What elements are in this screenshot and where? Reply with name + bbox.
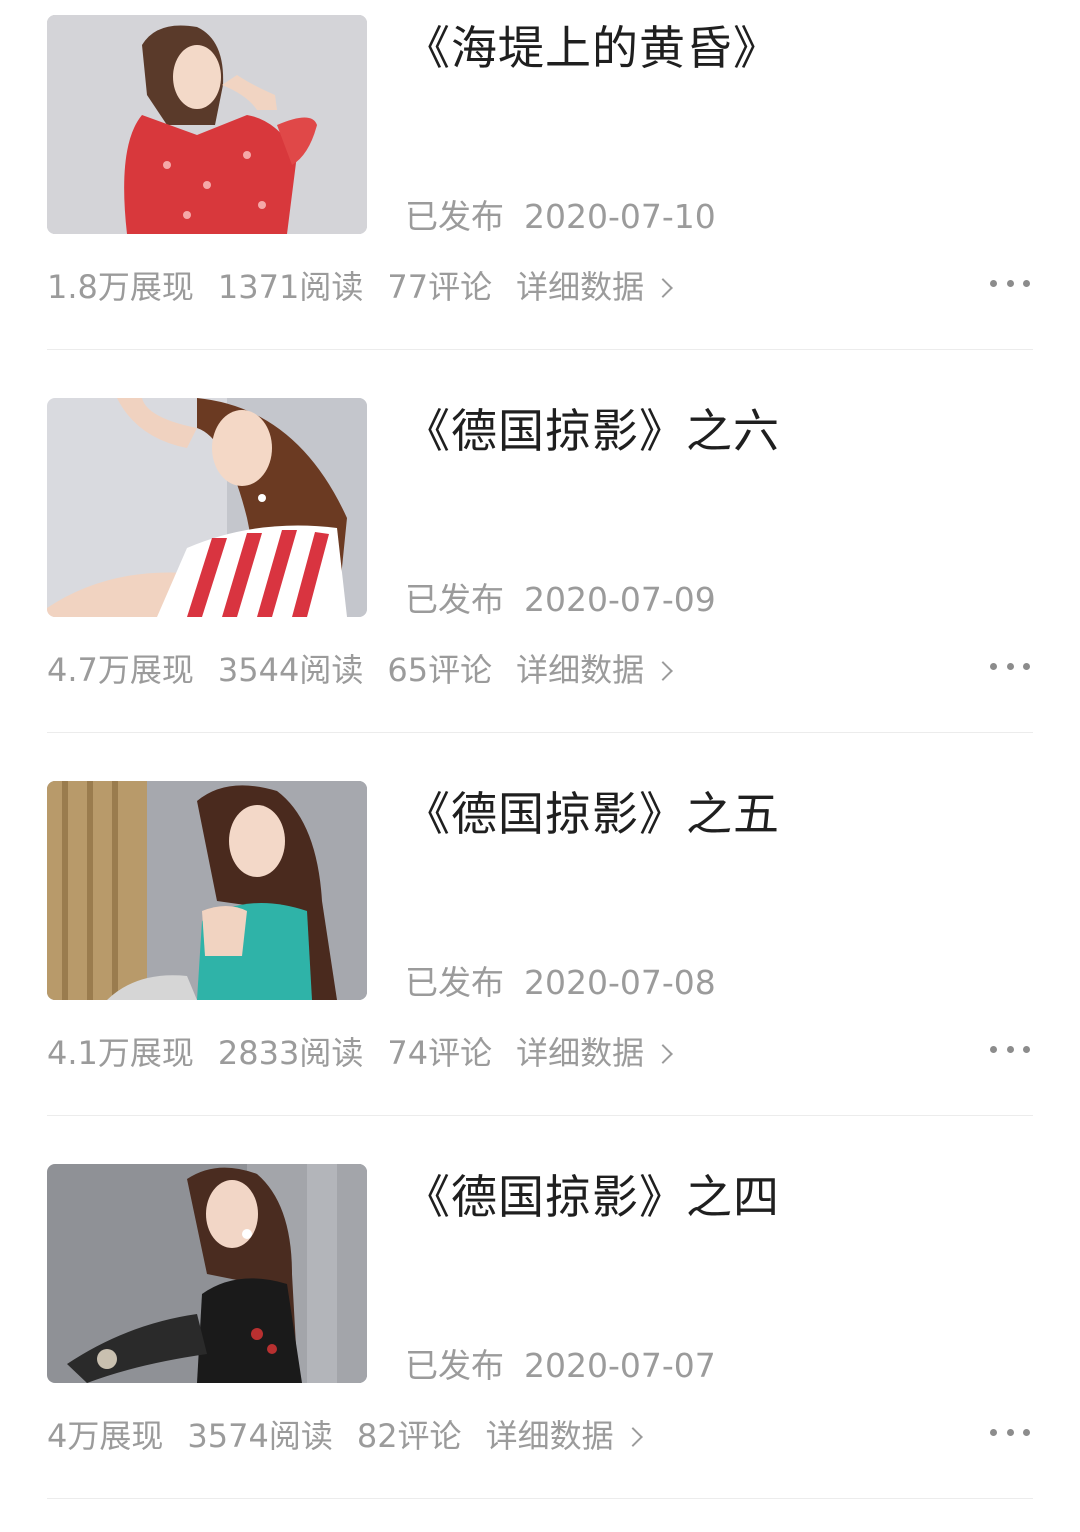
details-link[interactable]: 详细数据 xyxy=(516,1032,674,1074)
more-dots-icon xyxy=(990,662,997,670)
more-options-button[interactable] xyxy=(990,276,1030,290)
publish-date: 2020-07-08 xyxy=(524,963,716,1002)
details-label: 详细数据 xyxy=(485,1417,614,1455)
article-stats: 4万展现 3574阅读 82评论 详细数据 xyxy=(47,1415,643,1457)
comments-count[interactable]: 74评论 xyxy=(387,1032,492,1074)
publish-date: 2020-07-09 xyxy=(524,580,716,619)
article-thumbnail[interactable] xyxy=(47,15,367,234)
comments-count[interactable]: 77评论 xyxy=(387,266,492,308)
reads-count: 2833阅读 xyxy=(217,1034,364,1072)
article-list-item[interactable]: 《德国掠影》之五 已发布 2020-07-08 4.1万展现 2833阅读 74评… xyxy=(0,766,1080,1149)
article-thumbnail[interactable] xyxy=(47,781,367,1000)
more-options-button[interactable] xyxy=(990,1425,1030,1439)
impressions-count: 1.8万展现 xyxy=(47,268,194,306)
article-list-item[interactable]: 《海堤上的黄昏》 已发布 2020-07-10 1.8万展现 1371阅读 77评… xyxy=(0,0,1080,383)
article-stats: 4.1万展现 2833阅读 74评论 详细数据 xyxy=(47,1032,674,1074)
divider xyxy=(47,349,1033,350)
chevron-right-icon xyxy=(653,661,674,681)
details-link[interactable]: 详细数据 xyxy=(516,266,674,308)
chevron-right-icon xyxy=(653,278,674,298)
publish-date: 2020-07-07 xyxy=(524,1346,716,1385)
publish-status: 已发布 xyxy=(405,580,504,619)
reads-count: 1371阅读 xyxy=(217,268,364,306)
divider xyxy=(47,1115,1033,1116)
divider xyxy=(47,732,1033,733)
comments-count[interactable]: 65评论 xyxy=(387,649,492,691)
article-title[interactable]: 《德国掠影》之五 xyxy=(404,786,780,842)
details-label: 详细数据 xyxy=(516,1034,645,1072)
impressions-count: 4.7万展现 xyxy=(47,651,194,689)
more-options-button[interactable] xyxy=(990,1042,1030,1056)
article-meta: 已发布 2020-07-08 xyxy=(405,962,716,1004)
reads-count: 3544阅读 xyxy=(217,651,364,689)
details-link[interactable]: 详细数据 xyxy=(485,1415,643,1457)
article-meta: 已发布 2020-07-10 xyxy=(405,196,716,238)
article-stats: 1.8万展现 1371阅读 77评论 详细数据 xyxy=(47,266,674,308)
reads-count: 3574阅读 xyxy=(187,1417,333,1455)
divider xyxy=(47,1498,1033,1499)
more-dots-icon xyxy=(990,1045,997,1053)
publish-status: 已发布 xyxy=(405,197,504,236)
article-list-item[interactable]: 《德国掠影》之四 已发布 2020-07-07 4万展现 3574阅读 82评论 … xyxy=(0,1149,1080,1532)
article-meta: 已发布 2020-07-09 xyxy=(405,579,716,621)
article-title[interactable]: 《海堤上的黄昏》 xyxy=(404,20,780,76)
more-options-button[interactable] xyxy=(990,659,1030,673)
publish-status: 已发布 xyxy=(405,1346,504,1385)
comments-count[interactable]: 82评论 xyxy=(357,1415,462,1457)
more-dots-icon xyxy=(990,1428,997,1436)
article-thumbnail[interactable] xyxy=(47,1164,367,1383)
chevron-right-icon xyxy=(622,1427,643,1447)
details-link[interactable]: 详细数据 xyxy=(516,649,674,691)
impressions-count: 4万展现 xyxy=(47,1417,164,1455)
more-dots-icon xyxy=(990,279,997,287)
chevron-right-icon xyxy=(653,1044,674,1064)
details-label: 详细数据 xyxy=(516,651,645,689)
article-thumbnail[interactable] xyxy=(47,398,367,617)
article-meta: 已发布 2020-07-07 xyxy=(405,1345,716,1387)
impressions-count: 4.1万展现 xyxy=(47,1034,194,1072)
publish-status: 已发布 xyxy=(405,963,504,1002)
publish-date: 2020-07-10 xyxy=(524,197,716,236)
article-stats: 4.7万展现 3544阅读 65评论 详细数据 xyxy=(47,649,674,691)
article-list-item[interactable]: 《德国掠影》之六 已发布 2020-07-09 4.7万展现 3544阅读 65评… xyxy=(0,383,1080,766)
details-label: 详细数据 xyxy=(516,268,645,306)
article-title[interactable]: 《德国掠影》之四 xyxy=(404,1169,780,1225)
article-title[interactable]: 《德国掠影》之六 xyxy=(404,403,780,459)
